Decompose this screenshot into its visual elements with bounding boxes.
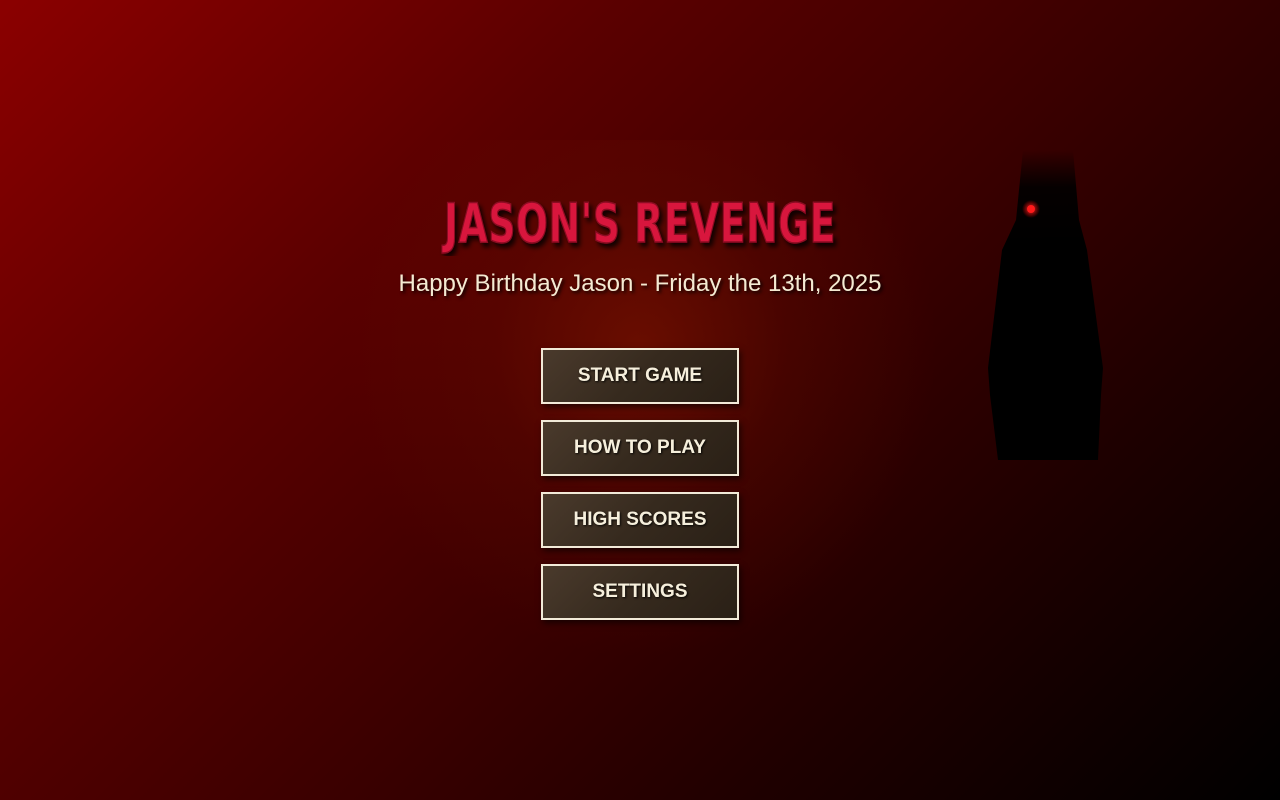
start-game-button[interactable]: START GAME [541, 348, 739, 404]
high-scores-button[interactable]: HIGH SCORES [541, 492, 739, 548]
game-title-svg: JASON'S REVENGE [440, 191, 836, 256]
figure-silhouette [988, 150, 1103, 460]
main-menu: START GAME HOW TO PLAY HIGH SCORES SETTI… [541, 348, 739, 636]
settings-button[interactable]: SETTINGS [541, 564, 739, 620]
game-title: JASON'S REVENGE [441, 192, 836, 255]
figure-eye [1027, 205, 1035, 213]
how-to-play-button[interactable]: HOW TO PLAY [541, 420, 739, 476]
shadow-figure-icon [985, 150, 1110, 462]
